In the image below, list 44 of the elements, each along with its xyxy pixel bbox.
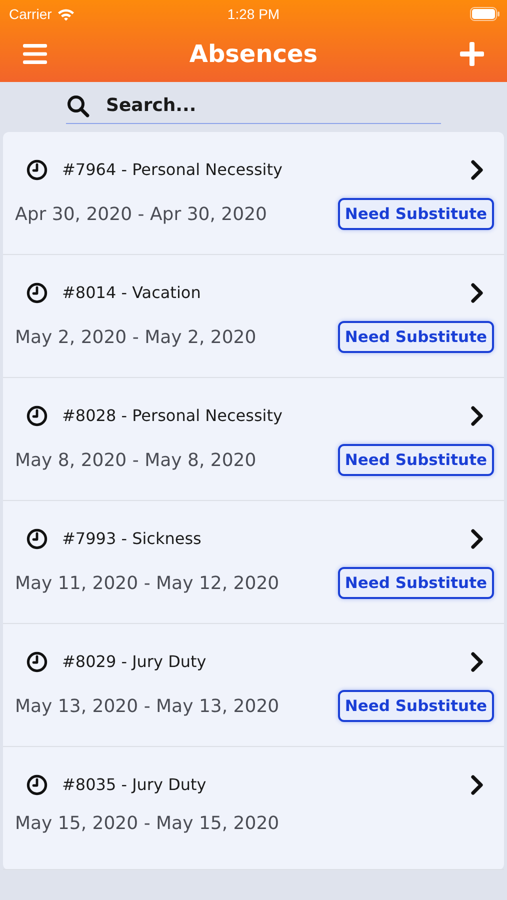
- absence-title: #7964 - Personal Necessity: [62, 160, 284, 179]
- screen-title: Absences: [189, 40, 318, 68]
- absence-row[interactable]: #8035 - Jury Duty May 15, 2020 - May 15, 2020: [3, 747, 504, 870]
- absence-title: #8014 - Vacation: [62, 283, 202, 302]
- absence-title: #7993 - Sickness: [62, 529, 202, 548]
- menu-icon[interactable]: [23, 44, 47, 64]
- carrier-label: Carrier: [9, 6, 52, 22]
- absence-row[interactable]: #8029 - Jury Duty May 13, 2020 - May 13, 2020 Need Substitute: [3, 624, 504, 747]
- chevron-right-icon: [470, 282, 484, 304]
- absence-row[interactable]: #7993 - Sickness May 11, 2020 - May 12, 2020 Need Substitute: [3, 501, 504, 624]
- absence-title: #8029 - Jury Duty: [62, 652, 208, 671]
- status-time: 1:28 PM: [227, 6, 280, 22]
- clock-icon: [26, 528, 48, 550]
- clock-icon: [26, 774, 48, 796]
- status-tag: Need Substitute: [338, 198, 494, 230]
- status-tag: Need Substitute: [338, 321, 494, 353]
- absence-title: #8035 - Jury Duty: [62, 775, 208, 794]
- chevron-right-icon: [470, 650, 484, 672]
- battery-icon: [470, 7, 500, 21]
- date-range: May 8, 2020 - May 8, 2020: [15, 450, 256, 470]
- status-tag: Need Substitute: [338, 444, 494, 476]
- absence-row[interactable]: #8028 - Personal Necessity May 8, 2020 - May 8, 2020 Need Substitute: [3, 378, 504, 501]
- search-icon: [66, 94, 90, 118]
- date-range: May 2, 2020 - May 2, 2020: [15, 326, 256, 348]
- search-field[interactable]: Search...: [106, 95, 406, 116]
- date-range: May 11, 2020 - May 12, 2020: [15, 572, 280, 594]
- chevron-right-icon: [470, 774, 484, 796]
- status-tag: Need Substitute: [338, 690, 494, 722]
- absence-title: #8028 - Personal Necessity: [62, 406, 284, 425]
- chevron-right-icon: [470, 158, 484, 180]
- absence-row[interactable]: #8014 - Vacation May 2, 2020 - May 2, 2020 Need Substitute: [3, 255, 504, 378]
- date-range: May 13, 2020 - May 13, 2020: [15, 696, 280, 716]
- date-range: May 15, 2020 - May 15, 2020: [15, 813, 280, 834]
- chevron-right-icon: [470, 404, 484, 426]
- clock-icon: [26, 282, 48, 304]
- clock-icon: [26, 650, 48, 672]
- add-icon[interactable]: [460, 42, 484, 66]
- clock-icon: [26, 158, 48, 180]
- date-range: Apr 30, 2020 - Apr 30, 2020: [15, 204, 267, 224]
- status-tag: Need Substitute: [338, 567, 494, 599]
- wifi-icon: [56, 8, 75, 20]
- absence-row[interactable]: #7964 - Personal Necessity Apr 30, 2020 - Apr 30, 2020 Need Substitute: [3, 132, 504, 255]
- clock-icon: [26, 404, 48, 426]
- chevron-right-icon: [470, 528, 484, 550]
